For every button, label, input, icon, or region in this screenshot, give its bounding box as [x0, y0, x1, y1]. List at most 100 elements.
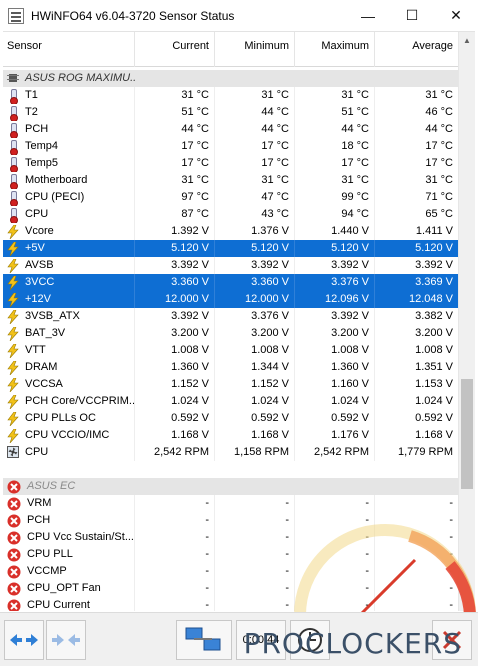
thermometer-icon [7, 207, 19, 223]
sensor-row[interactable]: Motherboard 31 °C 31 °C 31 °C 31 °C [3, 172, 458, 189]
sensor-minimum-value: 3.376 V [215, 308, 295, 325]
sensor-row[interactable]: Vcore 1.392 V 1.376 V 1.440 V 1.411 V [3, 223, 458, 240]
sensor-group-header[interactable]: ASUS EC [3, 478, 458, 495]
sensor-group-header[interactable]: ASUS ROG MAXIMU... [3, 70, 458, 87]
sensor-row[interactable]: VTT 1.008 V 1.008 V 1.008 V 1.008 V [3, 342, 458, 359]
column-header-maximum[interactable]: Maximum [295, 32, 375, 67]
title-bar: HWiNFO64 v6.04-3720 Sensor Status — ☐ ✕ [0, 0, 478, 31]
sensor-row[interactable]: PCH Core/VCCPRIM... 1.024 V 1.024 V 1.024 V… [3, 393, 458, 410]
sensor-name: T1 [25, 89, 38, 101]
sensor-maximum-value: - [295, 597, 375, 611]
sensor-current-value: - [135, 563, 215, 580]
sensor-row[interactable]: Temp5 17 °C 17 °C 17 °C 17 °C [3, 155, 458, 172]
bottom-toolbar: 0:00:44 PROCLOCKERS [0, 612, 478, 666]
sensor-maximum-value: 1.440 V [295, 223, 375, 240]
scrollbar-thumb[interactable] [461, 379, 473, 489]
app-icon [8, 7, 24, 24]
sensor-row[interactable]: CPU VCCIO/IMC 1.168 V 1.168 V 1.176 V 1.168 … [3, 427, 458, 444]
network-button[interactable] [176, 620, 232, 660]
sensor-row[interactable]: CPU 87 °C 43 °C 94 °C 65 °C [3, 206, 458, 223]
sensor-row[interactable]: +12V 12.000 V 12.000 V 12.096 V 12.048 V [3, 291, 458, 308]
sensor-row[interactable]: CPU Current - - - - [3, 597, 458, 611]
sensor-average-value: - [449, 497, 453, 509]
thermometer-icon [7, 105, 19, 121]
sensor-average-value: 46 °C [425, 106, 453, 118]
sensor-minimum-value: - [215, 529, 295, 546]
sensor-average-value: 65 °C [425, 208, 453, 220]
sensor-row[interactable]: 3VCC 3.360 V 3.360 V 3.376 V 3.369 V [3, 274, 458, 291]
sensor-current-value: - [135, 512, 215, 529]
sensor-row[interactable]: PCH - - - - [3, 512, 458, 529]
voltage-icon [7, 241, 19, 256]
chip-icon [7, 72, 19, 86]
sensor-row[interactable]: VCCMP - - - - [3, 563, 458, 580]
sensor-row[interactable]: 3VSB_ATX 3.392 V 3.376 V 3.392 V 3.382 V [3, 308, 458, 325]
collapse-arrows-button[interactable] [46, 620, 86, 660]
window-title: HWiNFO64 v6.04-3720 Sensor Status [31, 8, 235, 23]
sensor-row[interactable]: AVSB 3.392 V 3.392 V 3.392 V 3.392 V [3, 257, 458, 274]
sensor-maximum-value: - [295, 580, 375, 597]
column-header-average[interactable]: Average [375, 32, 458, 67]
voltage-icon [7, 275, 19, 290]
thermometer-icon [7, 156, 19, 172]
sensor-name-cell: Vcore [3, 223, 135, 240]
sensor-current-value: 31 °C [135, 87, 215, 104]
scroll-up-arrow-icon[interactable]: ▲ [459, 32, 475, 49]
sensor-row[interactable]: VRM - - - - [3, 495, 458, 512]
sensor-name-cell: CPU PLLs OC [3, 410, 135, 427]
column-header-sensor[interactable]: Sensor [3, 32, 135, 67]
sensor-name: AVSB [25, 259, 54, 271]
sensor-row[interactable]: CPU PLL - - - - [3, 546, 458, 563]
sensor-row[interactable]: Temp4 17 °C 17 °C 18 °C 17 °C [3, 138, 458, 155]
left-right-arrows-icon [10, 634, 38, 646]
sensor-name-cell: 3VSB_ATX [3, 308, 135, 325]
sensor-average-value: 3.382 V [415, 310, 453, 322]
sensor-name-cell: CPU Vcc Sustain/St... [3, 529, 135, 546]
sensor-row[interactable]: CPU PLLs OC 0.592 V 0.592 V 0.592 V 0.592 V [3, 410, 458, 427]
minimize-button[interactable]: — [346, 0, 390, 31]
sensor-name: BAT_3V [25, 327, 66, 339]
sensor-name-cell: CPU (PECI) [3, 189, 135, 206]
sensor-current-value: 51 °C [135, 104, 215, 121]
sensor-average-value: 3.200 V [415, 327, 453, 339]
sensor-name-cell: Temp5 [3, 155, 135, 172]
sensor-maximum-value: - [295, 529, 375, 546]
sensor-current-value: - [135, 529, 215, 546]
sensor-row[interactable]: CPU 2,542 RPM 1,158 RPM 2,542 RPM 1,779 RPM [3, 444, 458, 461]
maximize-button[interactable]: ☐ [390, 0, 434, 31]
sensor-name-cell: CPU Current [3, 597, 135, 611]
sensor-name: 3VSB_ATX [25, 310, 80, 322]
sensor-row[interactable]: CPU (PECI) 97 °C 47 °C 99 °C 71 °C [3, 189, 458, 206]
sensor-name-cell: VRM [3, 495, 135, 512]
sensor-row[interactable]: BAT_3V 3.200 V 3.200 V 3.200 V 3.200 V [3, 325, 458, 342]
expand-arrows-button[interactable] [4, 620, 44, 660]
close-button[interactable]: ✕ [434, 0, 478, 31]
vertical-scrollbar[interactable]: ▲ ▼ [458, 32, 475, 611]
sensor-current-value: 2,542 RPM [135, 444, 215, 461]
scroll-down-arrow-icon[interactable]: ▼ [459, 595, 475, 611]
sensor-average-value: 12.048 V [408, 293, 453, 305]
sensor-name: CPU [25, 446, 49, 458]
sensor-row[interactable]: VCCSA 1.152 V 1.152 V 1.160 V 1.153 V [3, 376, 458, 393]
sensor-name: VRM [27, 497, 52, 509]
column-header-current[interactable]: Current [135, 32, 215, 67]
sensor-row[interactable]: CPU Vcc Sustain/St... - - - - [3, 529, 458, 546]
group-name: ASUS ROG MAXIMU... [25, 72, 135, 84]
sensor-current-value: 5.120 V [135, 240, 215, 257]
voltage-icon [7, 258, 19, 273]
sensor-row[interactable]: PCH 44 °C 44 °C 44 °C 44 °C [3, 121, 458, 138]
sensor-name-cell: PCH [3, 121, 135, 138]
sensor-row[interactable]: DRAM 1.360 V 1.344 V 1.360 V 1.351 V [3, 359, 458, 376]
sensor-minimum-value: 1,158 RPM [215, 444, 295, 461]
column-header-minimum[interactable]: Minimum [215, 32, 295, 67]
sensor-row[interactable]: T1 31 °C 31 °C 31 °C 31 °C [3, 87, 458, 104]
sensor-row[interactable]: +5V 5.120 V 5.120 V 5.120 V 5.120 V [3, 240, 458, 257]
sensor-row[interactable]: T2 51 °C 44 °C 51 °C 46 °C [3, 104, 458, 121]
thermometer-icon [7, 122, 19, 138]
network-computers-icon [185, 627, 221, 651]
sensor-average-value: 3.392 V [415, 259, 453, 271]
sensor-current-value: 31 °C [135, 172, 215, 189]
sensor-average-value: 31 °C [425, 174, 453, 186]
sensor-row[interactable]: CPU_OPT Fan - - - - [3, 580, 458, 597]
